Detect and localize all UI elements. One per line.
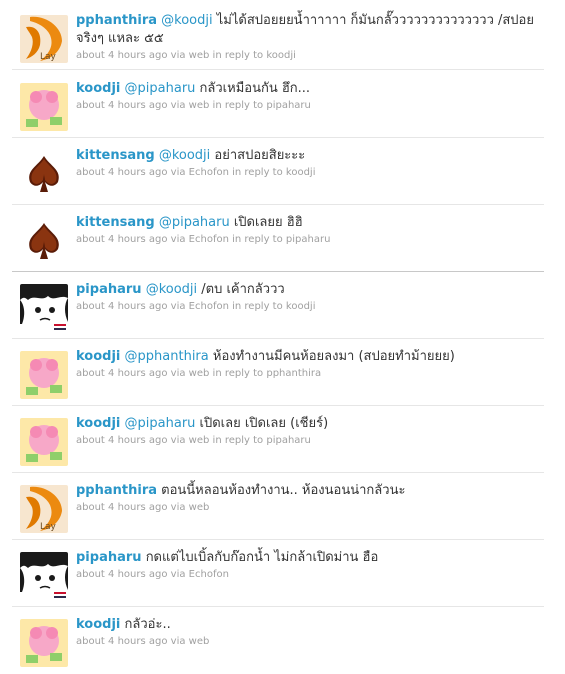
reply-to-link[interactable]: pipaharu [266,435,311,446]
avatar-pipaharu[interactable] [20,284,68,332]
tweet-source[interactable]: web [189,50,210,61]
avatar-koodji[interactable] [20,83,68,131]
avatar-pipaharu[interactable] [20,552,68,600]
tweet-text: ห้องทำงานมีคนห้อยลงมา (สปอยทำม้ายยย) [212,349,455,364]
tweet-source[interactable]: web [189,636,210,647]
tweet-author-link[interactable]: koodji [76,349,120,364]
tweet-source[interactable]: Echofon [189,569,229,580]
svg-text:Lay: Lay [40,522,57,532]
reply-to-link[interactable]: pphanthira [266,368,321,379]
tweet-author-link[interactable]: kittensang [76,148,155,163]
tweet-timestamp[interactable]: about 4 hours ago [76,502,167,513]
reply-to-link[interactable]: koodji [286,167,316,178]
tweet-timestamp[interactable]: about 4 hours ago [76,636,167,647]
reply-to-link[interactable]: pipaharu [266,100,311,111]
tweet-item: koodji @pipaharu กลัวเหมือนกัน ฮึก... ab… [12,71,544,138]
via-label: via [170,368,186,379]
tweet-author-link[interactable]: koodji [76,81,120,96]
tweet-item: pipaharu @koodji /ตบ เค้ากลัววว about 4 … [12,272,544,339]
avatar-koodji[interactable] [20,619,68,667]
tweet-source[interactable]: web [189,100,210,111]
tweet-text: เปิดเลยย ฮิฮิ [233,215,303,230]
tweet-timestamp[interactable]: about 4 hours ago [76,569,167,580]
via-label: via [170,636,186,647]
tweet-item: kittensang @koodji อย่าสปอยสิยะะะ about … [12,138,544,205]
reply-label: in reply to [232,234,283,245]
reply-label: in reply to [212,100,264,111]
via-label: via [170,50,186,61]
tweet-item: koodji กลัวอ่ะ.. about 4 hours ago via w… [12,607,544,674]
timeline: Lay pphanthira @koodji ไม่ได้สปอยยยน้ำาา… [0,0,565,674]
tweet-mention-link[interactable]: @koodji [146,282,197,297]
tweet-timestamp[interactable]: about 4 hours ago [76,435,167,446]
tweet-author-link[interactable]: pphanthira [76,483,157,498]
tweet-source[interactable]: web [189,368,210,379]
reply-to-link[interactable]: pipaharu [286,234,331,245]
tweet-mention-link[interactable]: @pipaharu [125,81,196,96]
reply-to-link[interactable]: koodji [286,301,316,312]
via-label: via [170,435,186,446]
tweet-author-link[interactable]: pphanthira [76,13,157,28]
tweet-author-link[interactable]: pipaharu [76,282,142,297]
tweet-author-link[interactable]: pipaharu [76,550,142,565]
reply-label: in reply to [212,435,264,446]
reply-label: in reply to [212,50,264,61]
via-label: via [170,502,186,513]
svg-text:Lay: Lay [40,52,57,62]
via-label: via [170,301,186,312]
tweet-timestamp[interactable]: about 4 hours ago [76,50,167,61]
reply-label: in reply to [212,368,264,379]
tweet-source[interactable]: web [189,502,210,513]
tweet-item: Lay pphanthira ตอนนี้หลอนห้องทำงาน.. ห้อ… [12,473,544,540]
tweet-text: เปิดเลย เปิดเลย (เชียร์) [199,416,329,431]
tweet-text: กลัวเหมือนกัน ฮึก... [199,81,311,96]
tweet-text: กดแต่ไบเบิ้ลกับก๊อกน้ำ ไม่กล้าเปิดม่าน ฮ… [145,550,379,565]
tweet-mention-link[interactable]: @koodji [159,148,210,163]
via-label: via [170,100,186,111]
via-label: via [170,569,186,580]
tweet-item: kittensang @pipaharu เปิดเลยย ฮิฮิ about… [12,205,544,272]
tweet-text: อย่าสปอยสิยะะะ [214,148,306,163]
avatar-koodji[interactable] [20,351,68,399]
tweet-text: ตอนนี้หลอนห้องทำงาน.. ห้องนอนน่ากลัวนะ [161,483,406,498]
tweet-timestamp[interactable]: about 4 hours ago [76,301,167,312]
tweet-item: koodji @pipaharu เปิดเลย เปิดเลย (เชียร์… [12,406,544,473]
tweet-mention-link[interactable]: @pipaharu [125,416,196,431]
tweet-text: /ตบ เค้ากลัววว [201,282,285,297]
tweet-timestamp[interactable]: about 4 hours ago [76,368,167,379]
tweet-mention-link[interactable]: @koodji [161,13,212,28]
reply-label: in reply to [232,301,283,312]
tweet-mention-link[interactable]: @pphanthira [125,349,209,364]
tweet-mention-link[interactable]: @pipaharu [159,215,230,230]
tweet-author-link[interactable]: kittensang [76,215,155,230]
tweet-source[interactable]: Echofon [189,167,229,178]
reply-label: in reply to [232,167,283,178]
via-label: via [170,167,186,178]
tweet-source[interactable]: Echofon [189,234,229,245]
via-label: via [170,234,186,245]
tweet-source[interactable]: Echofon [189,301,229,312]
tweet-timestamp[interactable]: about 4 hours ago [76,234,167,245]
avatar-pphanthira[interactable]: Lay [20,485,68,533]
tweet-text: กลัวอ่ะ.. [124,617,171,632]
tweet-timestamp[interactable]: about 4 hours ago [76,167,167,178]
tweet-author-link[interactable]: koodji [76,416,120,431]
avatar-kittensang[interactable] [20,150,68,198]
tweet-item: koodji @pphanthira ห้องทำงานมีคนห้อยลงมา… [12,339,544,406]
tweet-item: pipaharu กดแต่ไบเบิ้ลกับก๊อกน้ำ ไม่กล้าเ… [12,540,544,607]
tweet-item: Lay pphanthira @koodji ไม่ได้สปอยยยน้ำาา… [12,3,544,70]
reply-to-link[interactable]: koodji [266,50,296,61]
avatar-koodji[interactable] [20,418,68,466]
avatar-pphanthira[interactable]: Lay [20,15,68,63]
tweet-author-link[interactable]: koodji [76,617,120,632]
tweet-timestamp[interactable]: about 4 hours ago [76,100,167,111]
avatar-kittensang[interactable] [20,217,68,265]
tweet-source[interactable]: web [189,435,210,446]
